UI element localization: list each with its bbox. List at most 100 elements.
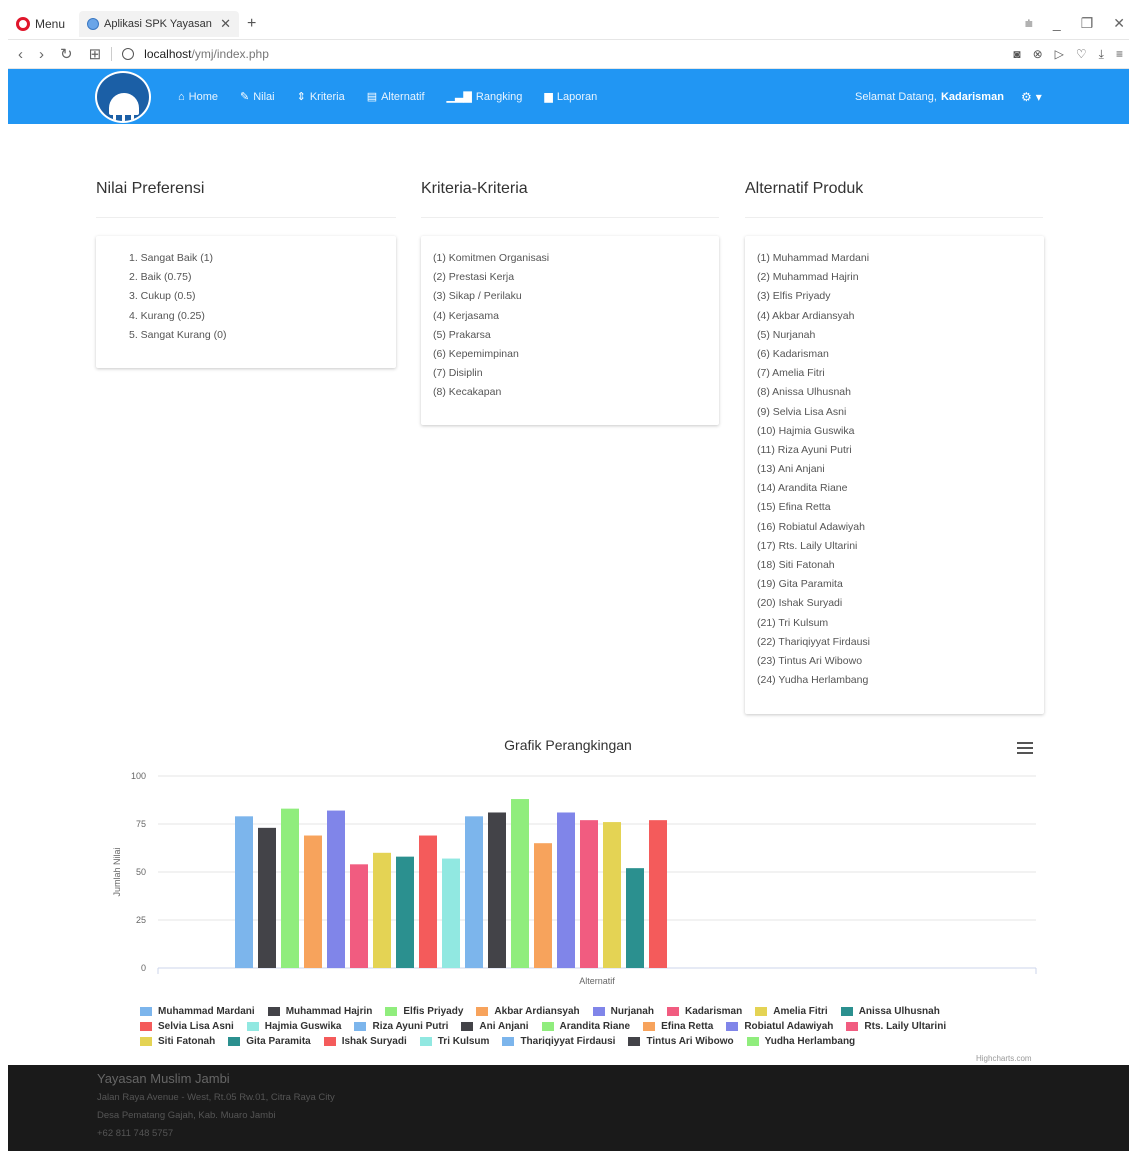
window-controls: ⩧ _ ❐ ✕ [1025, 15, 1129, 32]
legend-item[interactable]: Rts. Laily Ultarini [846, 1021, 946, 1032]
download-icon[interactable]: ⤓ [1099, 47, 1104, 62]
legend-item[interactable]: Thariqiyyat Firdausi [502, 1036, 615, 1047]
legend-item[interactable]: Siti Fatonah [140, 1036, 215, 1047]
legend-item[interactable]: Amelia Fitri [755, 1006, 828, 1017]
legend-item[interactable]: Nurjanah [592, 1006, 654, 1017]
legend-item[interactable]: Tri Kulsum [419, 1036, 489, 1047]
restore-icon[interactable]: ❐ [1081, 15, 1094, 32]
y-tick-label: 100 [131, 771, 146, 781]
reload-icon[interactable]: ↻ [60, 45, 73, 63]
legend-item[interactable]: Yudha Herlambang [746, 1036, 856, 1047]
nav-nilai[interactable]: ✎ Nilai [240, 90, 275, 104]
close-tab-icon[interactable]: ✕ [220, 16, 231, 32]
legend-item[interactable]: Selvia Lisa Asni [140, 1021, 234, 1032]
legend-label: Gita Paramita [246, 1036, 311, 1047]
chart-bar [557, 812, 575, 968]
alternatif-item: (2) Muhammad Hajrin [757, 271, 859, 284]
preferensi-item: 5. Sangat Kurang (0) [129, 328, 227, 341]
speed-dial-icon[interactable]: ⊞ [89, 45, 102, 63]
legend-item[interactable]: Hajmia Guswika [246, 1021, 341, 1032]
nav-laporan[interactable]: ▆ Laporan [544, 90, 598, 104]
alternatif-item: (17) Rts. Laily Ultarini [757, 539, 858, 552]
legend-item[interactable]: Efina Retta [643, 1021, 713, 1032]
chart-credits[interactable]: Highcharts.com [976, 1054, 1032, 1063]
legend-label: Robiatul Adawiyah [744, 1021, 834, 1032]
back-icon[interactable]: ‹ [18, 46, 23, 63]
forward-icon[interactable]: › [39, 46, 44, 63]
bar-chart-icon: ▁▃▇ [446, 91, 472, 103]
legend-swatch [592, 1007, 605, 1016]
legend-row: Muhammad Mardani Muhammad Hajrin Elfis Pri… [140, 1004, 1020, 1019]
send-icon[interactable]: ▷ [1055, 47, 1064, 62]
kriteria-item: (8) Kecakapan [433, 386, 502, 399]
main-menu: ⌂ Home ✎ Nilai ⇕ Kriteria ▤ Alternatif ▁▃▇ Ra… [178, 69, 597, 124]
legend-label: Ishak Suryadi [341, 1036, 407, 1047]
snapshot-icon[interactable]: ◙ [1013, 47, 1020, 62]
settings-dropdown[interactable]: ⚙ ▾ [1021, 69, 1042, 124]
nav-kriteria[interactable]: ⇕ Kriteria [297, 90, 345, 104]
tab-menu-icon[interactable]: ⩧ [1025, 15, 1033, 32]
preferensi-item: 1. Sangat Baik (1) [129, 252, 214, 264]
y-tick-label: 0 [141, 963, 146, 973]
chart-legend: Muhammad Mardani Muhammad Hajrin Elfis Pri… [140, 1004, 1020, 1049]
alternatif-item: (15) Efina Retta [757, 501, 831, 514]
url-field[interactable]: localhost/ymj/index.php [144, 47, 269, 61]
legend-item[interactable]: Riza Ayuni Putri [354, 1021, 448, 1032]
alternatif-item: (24) Yudha Herlambang [757, 674, 869, 687]
alternatif-item: (11) Riza Ayuni Putri [757, 443, 852, 456]
legend-swatch [666, 1007, 679, 1016]
logo-pillar [131, 111, 134, 121]
legend-item[interactable]: Kadarisman [666, 1006, 742, 1017]
legend-item[interactable]: Muhammad Mardani [140, 1006, 255, 1017]
nav-alternatif[interactable]: ▤ Alternatif [366, 90, 425, 104]
legend-item[interactable]: Ani Anjani [461, 1021, 529, 1032]
preferensi-item: 3. Cukup (0.5) [129, 290, 196, 303]
file-icon: ▆ [544, 91, 553, 103]
legend-item[interactable]: Ishak Suryadi [323, 1036, 407, 1047]
list-icon: ▤ [366, 91, 378, 103]
bookmark-heart-icon[interactable]: ♡ [1076, 47, 1087, 62]
legend-item[interactable]: Robiatul Adawiyah [726, 1021, 833, 1032]
legend-item[interactable]: Elfis Priyady [385, 1006, 463, 1017]
legend-item[interactable]: Muhammad Hajrin [267, 1006, 372, 1017]
browser-tab[interactable]: Aplikasi SPK Yayasan Musl ✕ [79, 10, 240, 37]
preferensi-divider [96, 217, 396, 218]
chart-bar [235, 816, 253, 968]
chart-bar [327, 810, 345, 968]
nav-rangking[interactable]: ▁▃▇ Rangking [446, 90, 523, 104]
legend-item[interactable]: Anissa Ulhusnah [840, 1006, 940, 1017]
alternatif-item: (18) Siti Fatonah [757, 559, 835, 571]
legend-swatch [746, 1037, 759, 1046]
kriteria-item: (4) Kerjasama [433, 309, 499, 322]
browser-tab-bar: Menu Aplikasi SPK Yayasan Musl ✕ + ⩧ _ ❐… [8, 8, 1129, 40]
alternatif-item: (20) Ishak Suryadi [757, 597, 843, 610]
logo-pillar [122, 111, 125, 121]
legend-item[interactable]: Akbar Ardiansyah [476, 1006, 580, 1017]
legend-label: Selvia Lisa Asni [158, 1021, 234, 1032]
legend-item[interactable]: Tintus Ari Wibowo [628, 1036, 734, 1047]
nav-home[interactable]: ⌂ Home [178, 91, 218, 103]
legend-label: Nurjanah [610, 1006, 654, 1017]
address-bar: ‹ › ↻ ⊞ localhost/ymj/index.php ◙ ⊗ ▷ ♡ … [8, 40, 1129, 69]
tab-title: Aplikasi SPK Yayasan Musl [104, 17, 215, 30]
easy-setup-icon[interactable]: ≡ [1116, 47, 1123, 62]
site-logo[interactable] [95, 71, 151, 123]
close-window-icon[interactable]: ✕ [1113, 15, 1125, 32]
legend-label: Ani Anjani [479, 1021, 529, 1032]
browser-menu-button[interactable]: Menu [8, 8, 73, 39]
legend-label: Yudha Herlambang [764, 1036, 856, 1047]
nav-laporan-label: Laporan [556, 90, 598, 103]
legend-label: Efina Retta [661, 1021, 714, 1032]
new-tab-button[interactable]: + [247, 15, 256, 33]
chart-bar [350, 864, 368, 968]
minimize-icon[interactable]: _ [1053, 15, 1061, 32]
chart-bar [304, 835, 322, 968]
alternatif-item: (13) Ani Anjani [757, 463, 825, 476]
adblock-icon[interactable]: ⊗ [1033, 47, 1043, 62]
url-host: localhost [144, 47, 192, 61]
legend-item[interactable]: Gita Paramita [228, 1036, 311, 1047]
legend-item[interactable]: Arandita Riane [541, 1021, 630, 1032]
chart-bar [488, 812, 506, 968]
alternatif-title: Alternatif Produk [745, 180, 864, 197]
legend-swatch [628, 1037, 641, 1046]
